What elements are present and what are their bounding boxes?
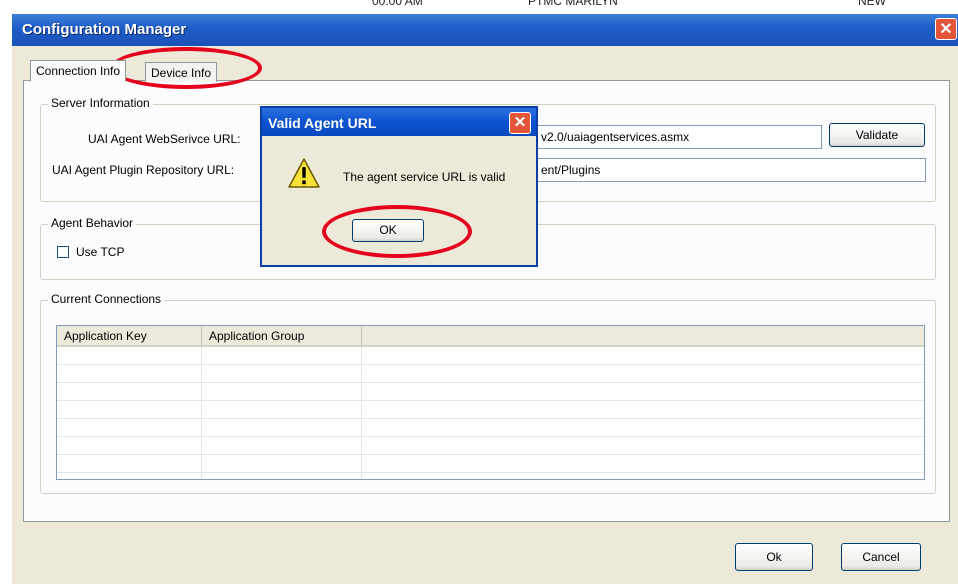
server-information-label: Server Information — [48, 96, 153, 110]
plugin-repository-url-value: ent/Plugins — [541, 163, 601, 177]
column-header-application-group[interactable]: Application Group — [202, 326, 362, 347]
webservice-url-label: UAI Agent WebSerivce URL: — [88, 132, 241, 146]
dialog-message: The agent service URL is valid — [343, 170, 506, 184]
ok-button-label: Ok — [766, 550, 782, 564]
background-status-text: NEW — [858, 0, 886, 8]
dialog-title: Valid Agent URL — [268, 115, 377, 131]
column-header-application-key-label: Application Key — [64, 329, 147, 343]
grid-column-divider — [361, 347, 362, 479]
validate-button[interactable]: Validate — [829, 123, 925, 147]
close-icon: ✕ — [939, 21, 953, 38]
warning-icon — [288, 158, 320, 188]
dialog-close-button[interactable]: ✕ — [509, 112, 531, 134]
validate-button-label: Validate — [855, 128, 899, 142]
cancel-button-label: Cancel — [862, 550, 900, 564]
current-connections-label: Current Connections — [48, 292, 165, 306]
annotation-ellipse-ok — [322, 205, 472, 258]
background-time-text: 00:00 AM — [372, 0, 423, 8]
webservice-url-value: v2.0/uaiagentservices.asmx — [541, 130, 690, 144]
plugin-repository-url-label: UAI Agent Plugin Repository URL: — [52, 163, 235, 177]
window-close-button[interactable]: ✕ — [935, 18, 957, 40]
tab-connection-info-label: Connection Info — [36, 64, 121, 78]
grid-column-divider — [201, 347, 202, 479]
empty-grid-row — [57, 383, 924, 401]
empty-grid-row — [57, 401, 924, 419]
background-window-strip: 00:00 AM PTMC MARILYN NEW — [0, 0, 958, 14]
use-tcp-checkbox[interactable] — [57, 246, 69, 258]
cancel-button[interactable]: Cancel — [841, 543, 921, 571]
tab-connection-info[interactable]: Connection Info — [30, 60, 127, 82]
empty-grid-row — [57, 365, 924, 383]
ok-button[interactable]: Ok — [735, 543, 813, 571]
empty-grid-row — [57, 455, 924, 473]
column-header-application-key[interactable]: Application Key — [57, 326, 202, 347]
agent-behavior-label: Agent Behavior — [48, 216, 137, 230]
connections-grid[interactable]: Application Key Application Group — [56, 325, 925, 480]
column-header-application-group-label: Application Group — [209, 329, 305, 343]
window-title: Configuration Manager — [22, 21, 187, 38]
use-tcp-label: Use TCP — [76, 245, 125, 259]
empty-grid-row — [57, 437, 924, 455]
background-name-text: PTMC MARILYN — [528, 0, 618, 8]
close-icon: ✕ — [513, 114, 527, 131]
empty-grid-row — [57, 347, 924, 365]
empty-grid-row — [57, 419, 924, 437]
column-header-filler — [362, 326, 924, 347]
annotation-ellipse-tabs — [110, 47, 262, 89]
